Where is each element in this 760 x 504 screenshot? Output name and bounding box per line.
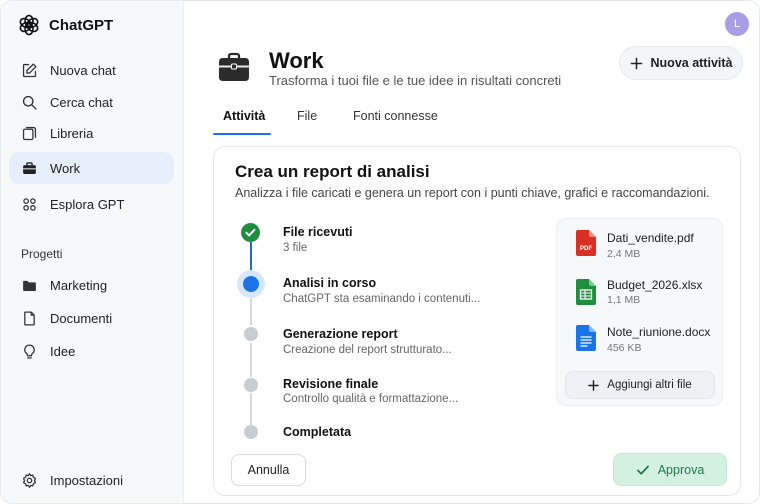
task-title: Crea un report di analisi xyxy=(235,162,430,181)
cancel-button[interactable]: Annulla xyxy=(231,454,306,486)
task-description: Analizza i file caricati e genera un rep… xyxy=(235,186,710,200)
briefcase-icon xyxy=(219,52,249,81)
check-icon xyxy=(636,465,649,475)
edit-icon xyxy=(22,62,37,77)
avatar[interactable]: L xyxy=(725,12,749,36)
approve-button[interactable]: Approva xyxy=(613,453,727,486)
tab-activities[interactable]: Attività xyxy=(223,109,265,123)
step-connector xyxy=(249,393,252,425)
sidebar-item-explore-gpt[interactable]: Esplora GPT xyxy=(9,188,174,220)
sidebar-item-search-chat[interactable]: Cerca chat xyxy=(9,86,174,118)
search-icon xyxy=(22,95,37,110)
file-name[interactable]: Dati_vendite.pdf xyxy=(607,231,694,245)
step-title: Revisione finale xyxy=(283,377,379,391)
sidebar-item-label: Cerca chat xyxy=(50,94,113,110)
approve-label: Approva xyxy=(657,462,705,477)
sidebar: ChatGPT Nuova chat Cerca chat Libreria W… xyxy=(1,1,184,503)
step-subtitle: Creazione del report strutturato... xyxy=(283,344,452,356)
tab-files[interactable]: File xyxy=(297,109,317,123)
page-subtitle: Trasforma i tuoi file e le tue idee in r… xyxy=(269,73,562,88)
new-task-button[interactable]: Nuova attività xyxy=(619,46,743,80)
step-title: Completata xyxy=(283,425,352,439)
step-pending-indicator xyxy=(244,378,258,392)
step-title: Analisi in corso xyxy=(283,276,377,290)
pdf-badge: PDF xyxy=(580,246,592,252)
step-subtitle: ChatGPT sta esaminando i contenuti... xyxy=(283,293,481,305)
spreadsheet-file-icon xyxy=(576,279,596,305)
document-file-icon xyxy=(576,325,596,351)
step-done-indicator xyxy=(241,223,260,242)
projects-section-label: Progetti xyxy=(21,247,63,261)
sidebar-item-label: Libreria xyxy=(50,125,94,141)
briefcase-icon xyxy=(23,161,36,174)
step-pending-indicator xyxy=(244,327,258,341)
sidebar-item-label: Impostazioni xyxy=(50,472,123,488)
active-tab-indicator xyxy=(213,133,271,135)
app-name: ChatGPT xyxy=(49,16,114,34)
sidebar-item-label: Idee xyxy=(50,343,76,359)
sidebar-item-settings[interactable]: Impostazioni xyxy=(9,464,174,496)
step-active-indicator xyxy=(237,270,265,298)
file-size: 2,4 MB xyxy=(607,248,641,260)
sidebar-item-label: Marketing xyxy=(50,277,108,293)
file-name[interactable]: Note_riunione.docx xyxy=(607,325,710,339)
step-connector xyxy=(249,343,252,377)
sidebar-item-label: Documenti xyxy=(50,310,113,326)
step-pending-indicator xyxy=(244,425,258,439)
app-window: ChatGPT Nuova chat Cerca chat Libreria W… xyxy=(0,0,760,504)
add-files-label: Aggiungi altri file xyxy=(607,379,692,391)
sidebar-item-label: Nuova chat xyxy=(50,62,116,78)
step-subtitle: Controllo qualità e formattazione... xyxy=(283,393,459,405)
chatgpt-logo-icon xyxy=(19,14,39,36)
tab-connected-sources[interactable]: Fonti connesse xyxy=(353,109,438,123)
library-icon xyxy=(22,126,37,140)
plus-icon xyxy=(630,57,642,69)
file-name[interactable]: Budget_2026.xlsx xyxy=(607,278,702,292)
gear-icon xyxy=(22,472,37,488)
sidebar-item-label: Esplora GPT xyxy=(50,196,125,212)
brand[interactable]: ChatGPT xyxy=(17,13,113,37)
sidebar-item-work[interactable]: Work xyxy=(9,152,174,184)
document-icon xyxy=(24,310,35,326)
step-subtitle: 3 file xyxy=(283,242,308,254)
add-files-button[interactable]: Aggiungi altri file xyxy=(565,371,715,399)
sidebar-item-ideas[interactable]: Idee xyxy=(9,335,174,367)
step-title: Generazione report xyxy=(283,327,398,341)
plus-icon xyxy=(588,379,600,391)
step-title: File ricevuti xyxy=(283,225,353,239)
pdf-file-icon: PDF xyxy=(576,230,596,256)
sidebar-item-new-chat[interactable]: Nuova chat xyxy=(9,54,174,86)
check-icon xyxy=(245,228,256,237)
sidebar-item-label: Work xyxy=(50,160,81,176)
new-task-label: Nuova attività xyxy=(650,56,733,70)
folder-icon xyxy=(23,280,36,291)
sidebar-item-documents[interactable]: Documenti xyxy=(9,302,174,334)
lightbulb-icon xyxy=(24,343,35,359)
sidebar-item-library[interactable]: Libreria xyxy=(9,117,174,149)
file-size: 1,1 MB xyxy=(607,294,641,306)
step-connector xyxy=(249,295,252,325)
step-connector xyxy=(249,242,252,272)
grid-icon xyxy=(23,197,36,211)
page-title: Work xyxy=(269,48,324,73)
file-size: 456 KB xyxy=(607,342,642,354)
sidebar-item-marketing[interactable]: Marketing xyxy=(9,269,174,301)
